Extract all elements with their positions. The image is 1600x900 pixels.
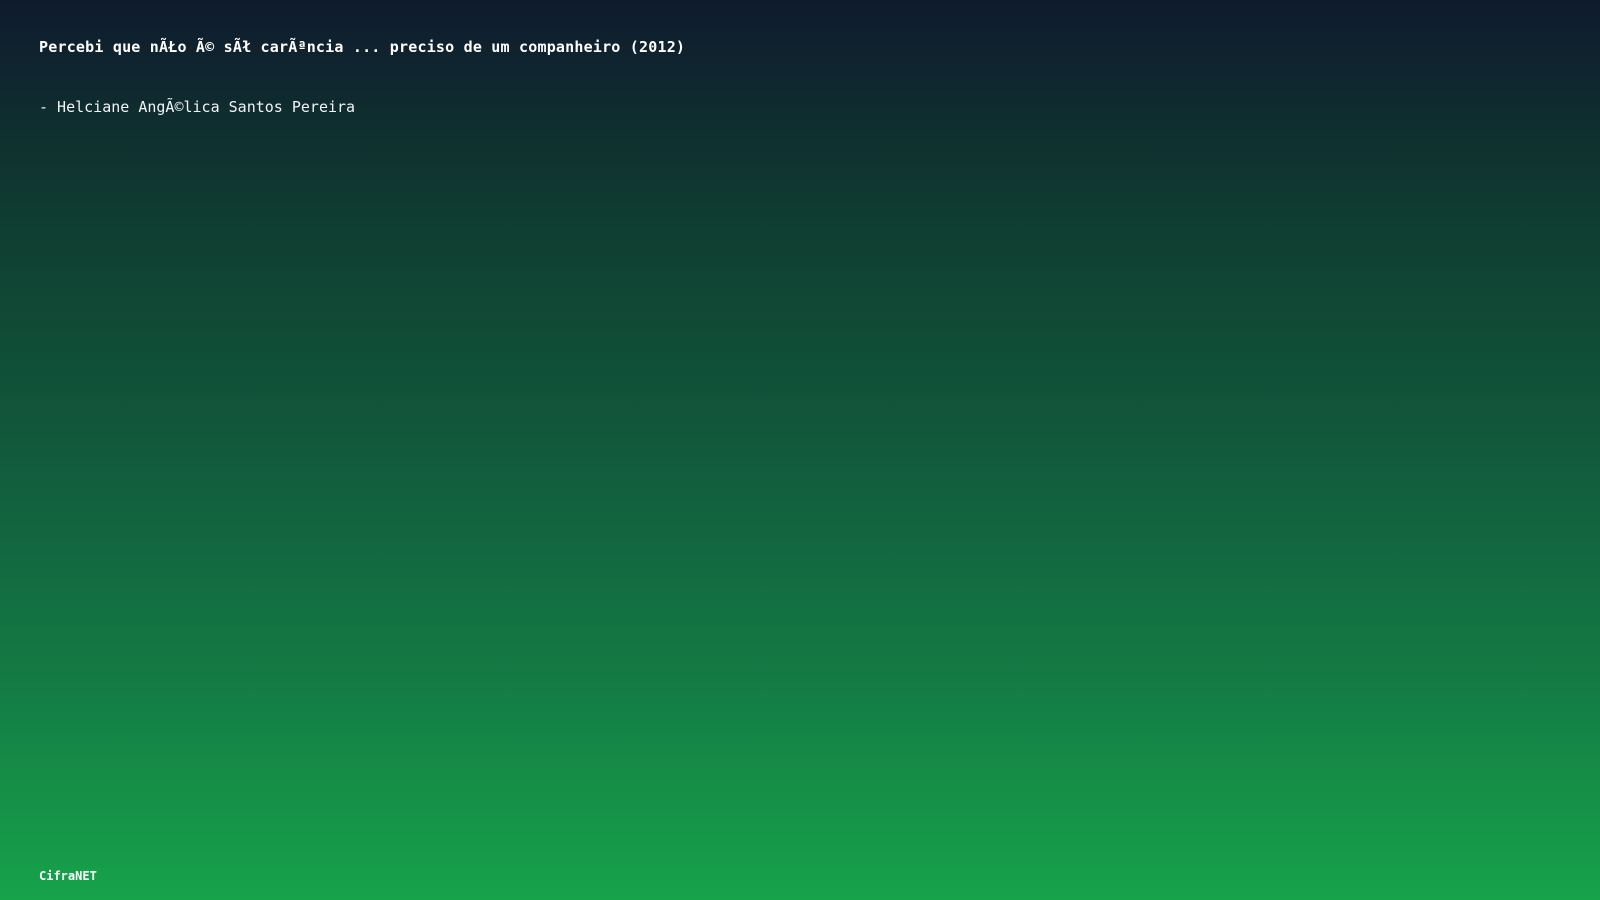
song-author: - Helciane AngÃ©lica Santos Pereira (39, 98, 356, 116)
song-title: Percebi que nÃŁo Ã© sÃł carÃªncia ... pr… (39, 38, 686, 56)
brand-label: CifraNET (39, 869, 97, 883)
page-canvas: Percebi que nÃŁo Ã© sÃł carÃªncia ... pr… (0, 0, 1600, 900)
